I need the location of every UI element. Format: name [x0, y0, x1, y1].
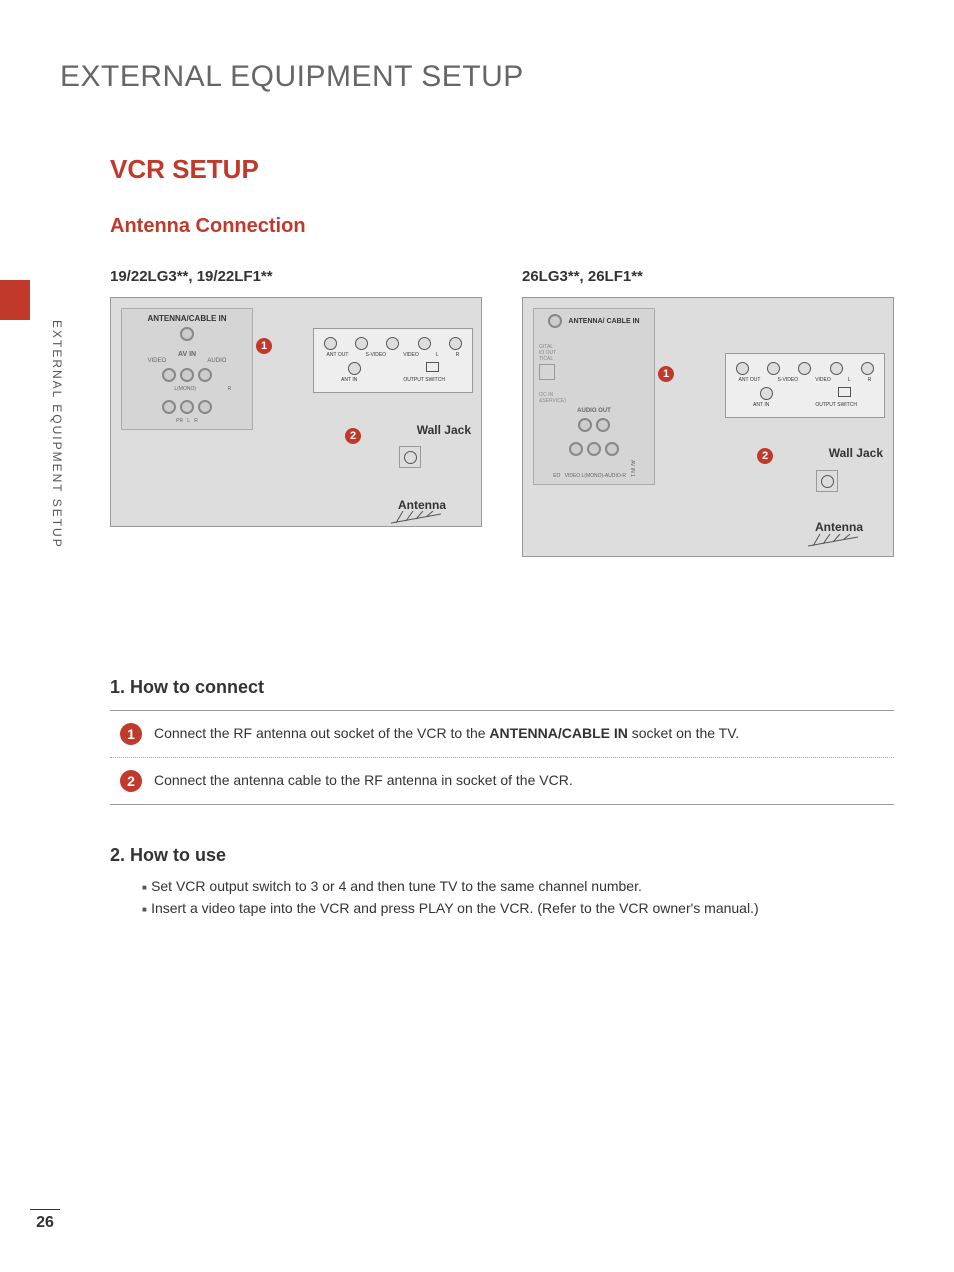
label-r: R: [228, 386, 232, 392]
label-ant-in: ANT IN: [341, 377, 357, 383]
label-output-switch-r: OUTPUT SWITCH: [815, 402, 857, 408]
vcr-ant-out-r: [736, 362, 749, 375]
vcr-svideo: [355, 337, 368, 350]
step1-pre: Connect the RF antenna out socket of the…: [154, 725, 489, 741]
port-comp-l: [180, 400, 194, 414]
step-text-2: Connect the antenna cable to the RF ante…: [154, 770, 573, 788]
bullet-1: Set VCR output switch to 3 or 4 and then…: [142, 878, 894, 894]
port-av1-r: [605, 442, 619, 456]
step-badge-2: 2: [120, 770, 142, 792]
model-label-right: 26LG3**, 26LF1**: [522, 268, 894, 285]
vcr-setup-heading: VCR SETUP: [110, 154, 894, 185]
port-antenna-in: [180, 327, 194, 341]
antenna-connection-heading: Antenna Connection: [110, 215, 894, 238]
label-svideo: S-VIDEO: [366, 352, 387, 358]
label-audio: AUDIO: [207, 358, 226, 364]
vcr-svideo-r: [767, 362, 780, 375]
how-to-use-bullets: Set VCR output switch to 3 or 4 and then…: [142, 878, 894, 916]
label-lmono: L(MONO): [174, 386, 196, 392]
label-ant-in-r: ANT IN: [753, 402, 769, 408]
vcr-box-left: ANT OUT S-VIDEO VIDEO LR ANT IN OUTPUT S…: [313, 328, 473, 393]
port-pr: [162, 400, 176, 414]
label-pr: PR: [176, 418, 183, 424]
label-output-switch: OUTPUT SWITCH: [403, 377, 445, 383]
diagram-right: 26LG3**, 26LF1** ANTENNA/ CABLE IN GITAL…: [522, 268, 894, 557]
vcr-l: [418, 337, 431, 350]
port-video: [162, 368, 176, 382]
label-svideo-r: S-VIDEO: [778, 377, 799, 383]
how-to-connect-heading: 1. How to connect: [110, 677, 894, 698]
label-ant-out-r: ANT OUT: [739, 377, 761, 383]
vcr-box-right: ANT OUT S-VIDEO VIDEO LR ANT IN OUTPUT S…: [725, 353, 885, 418]
callout-1-left: 1: [256, 338, 272, 354]
port-aout-l: [578, 418, 592, 432]
label-antenna-cable-in: ANTENNA/CABLE IN: [127, 314, 247, 323]
label-antenna-right: Antenna: [815, 520, 863, 534]
wall-jack-icon: [399, 446, 421, 468]
step-row-2: 2 Connect the antenna cable to the RF an…: [110, 758, 894, 804]
vcr-ant-in-r: [760, 387, 773, 400]
page-title: EXTERNAL EQUIPMENT SETUP: [60, 60, 894, 94]
vcr-r: [449, 337, 462, 350]
label-antenna-cable-in-right: ANTENNA/ CABLE IN: [568, 318, 639, 325]
bullet-2: Insert a video tape into the VCR and pre…: [142, 900, 894, 916]
label-ant-out: ANT OUT: [327, 352, 349, 358]
model-label-left: 19/22LG3**, 19/22LF1**: [110, 268, 482, 285]
vcr-ant-in: [348, 362, 361, 375]
wall-jack-icon-r: [816, 470, 838, 492]
tv-panel-right: ANTENNA/ CABLE IN GITALIO OUTTICAL I2C I…: [533, 308, 655, 485]
port-comp-r: [198, 400, 212, 414]
vcr-l-r: [830, 362, 843, 375]
vcr-video: [386, 337, 399, 350]
port-av1-v: [569, 442, 583, 456]
port-audio-l: [180, 368, 194, 382]
vcr-output-switch: [426, 362, 439, 372]
step-text-1: Connect the RF antenna out socket of the…: [154, 723, 739, 741]
antenna-icon-r: [808, 534, 858, 549]
how-to-connect-steps: 1 Connect the RF antenna out socket of t…: [110, 710, 894, 805]
port-antenna-right: [548, 314, 562, 328]
callout-2-right: 2: [757, 448, 773, 464]
callout-1-right: 1: [658, 366, 674, 382]
label-video2: VIDEO: [403, 352, 419, 358]
diagram-box-left: ANTENNA/CABLE IN AV IN VIDEO AUDIO L(MONO…: [110, 297, 482, 527]
side-accent-tab: [0, 280, 30, 320]
label-antenna-left: Antenna: [398, 498, 446, 512]
step-badge-1: 1: [120, 723, 142, 745]
step1-bold: ANTENNA/CABLE IN: [489, 725, 627, 741]
label-av-in-1: AV IN 1: [629, 460, 635, 477]
port-av1-l: [587, 442, 601, 456]
diagram-box-right: ANTENNA/ CABLE IN GITALIO OUTTICAL I2C I…: [522, 297, 894, 557]
antenna-icon: [391, 511, 441, 526]
callout-2-left: 2: [345, 428, 361, 444]
side-section-label: EXTERNAL EQUIPMENT SETUP: [50, 320, 64, 549]
label-wall-jack-right: Wall Jack: [829, 446, 883, 460]
label-video-r: VIDEO: [815, 377, 831, 383]
vcr-r-r: [861, 362, 874, 375]
vcr-output-switch-r: [838, 387, 851, 397]
vcr-ant-out: [324, 337, 337, 350]
optical-port: [539, 364, 555, 380]
step-row-1: 1 Connect the RF antenna out socket of t…: [110, 711, 894, 758]
port-aout-r: [596, 418, 610, 432]
port-audio-r: [198, 368, 212, 382]
diagram-row: 19/22LG3**, 19/22LF1** ANTENNA/CABLE IN …: [110, 268, 894, 557]
how-to-use-heading: 2. How to use: [110, 845, 894, 866]
step1-post: socket on the TV.: [628, 725, 739, 741]
diagram-left: 19/22LG3**, 19/22LF1** ANTENNA/CABLE IN …: [110, 268, 482, 557]
tv-panel-left: ANTENNA/CABLE IN AV IN VIDEO AUDIO L(MONO…: [121, 308, 253, 430]
label-wall-jack-left: Wall Jack: [417, 423, 471, 437]
page-number: 26: [30, 1209, 60, 1232]
label-av-in: AV IN: [127, 351, 247, 358]
label-audio-out: AUDIO OUT: [539, 408, 649, 414]
vcr-video-r: [798, 362, 811, 375]
label-video: VIDEO: [148, 358, 167, 364]
